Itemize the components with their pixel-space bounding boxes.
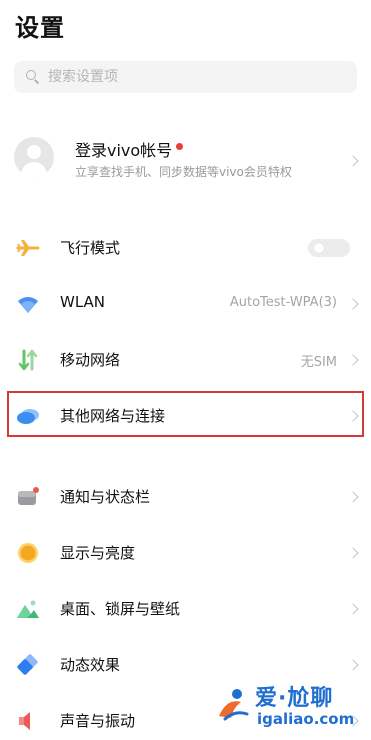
setting-notifications[interactable]: 通知与状态栏: [0, 469, 371, 525]
wifi-icon: [16, 292, 40, 316]
wallpaper-icon: [16, 597, 40, 621]
setting-label: 显示与亮度: [60, 544, 136, 562]
search-bar[interactable]: [14, 61, 357, 93]
chevron-right-icon: [347, 491, 359, 503]
brightness-icon: [16, 541, 40, 565]
setting-label: 动态效果: [60, 656, 121, 674]
search-input[interactable]: [48, 69, 338, 85]
setting-label: 移动网络: [60, 351, 121, 369]
setting-wallpaper[interactable]: 桌面、锁屏与壁纸: [0, 581, 371, 637]
setting-wlan[interactable]: WLAN AutoTest-WPA(3): [0, 276, 371, 332]
avatar: [14, 137, 54, 177]
setting-display[interactable]: 显示与亮度: [0, 525, 371, 581]
airplane-mode-toggle[interactable]: [308, 239, 350, 257]
chevron-right-icon: [347, 298, 359, 310]
sim-status-value: 无SIM: [300, 355, 337, 370]
watermark-url: igaliao.com: [257, 710, 355, 728]
wifi-network-value: AutoTest-WPA(3): [229, 295, 337, 310]
setting-mobile-network[interactable]: 移动网络 无SIM: [0, 332, 371, 388]
notification-dot: [176, 142, 184, 150]
account-title-label: 登录vivo帐号: [75, 141, 173, 160]
setting-label: 桌面、锁屏与壁纸: [60, 600, 181, 618]
account-title: 登录vivo帐号: [75, 137, 184, 161]
airplane-icon: [16, 236, 40, 260]
setting-label: 通知与状态栏: [60, 488, 151, 506]
setting-label: 飞行模式: [60, 239, 121, 257]
mobile-data-icon: [16, 348, 40, 372]
toggle-knob: [314, 243, 324, 253]
setting-label: WLAN: [60, 293, 106, 311]
search-icon: [26, 70, 40, 84]
chevron-right-icon: [347, 659, 359, 671]
notification-icon: [16, 485, 40, 509]
chevron-right-icon: [347, 603, 359, 615]
account-login-row[interactable]: 登录vivo帐号 立享查找手机、同步数据等vivo会员特权: [0, 130, 371, 186]
page-title: 设置: [15, 14, 65, 42]
highlight-box: [7, 391, 364, 437]
chevron-right-icon: [347, 547, 359, 559]
setting-label: 声音与振动: [60, 712, 136, 730]
watermark-logo-icon: [215, 686, 251, 722]
site-watermark: 爱·尬聊 igaliao.com: [215, 680, 365, 736]
setting-airplane-mode[interactable]: 飞行模式: [0, 220, 371, 276]
chevron-right-icon: [347, 155, 359, 167]
account-subtitle: 立享查找手机、同步数据等vivo会员特权: [75, 165, 292, 179]
watermark-cn-text: 爱·尬聊: [255, 686, 334, 711]
sound-icon: [16, 709, 40, 733]
chevron-right-icon: [347, 354, 359, 366]
animation-icon: [16, 653, 40, 677]
